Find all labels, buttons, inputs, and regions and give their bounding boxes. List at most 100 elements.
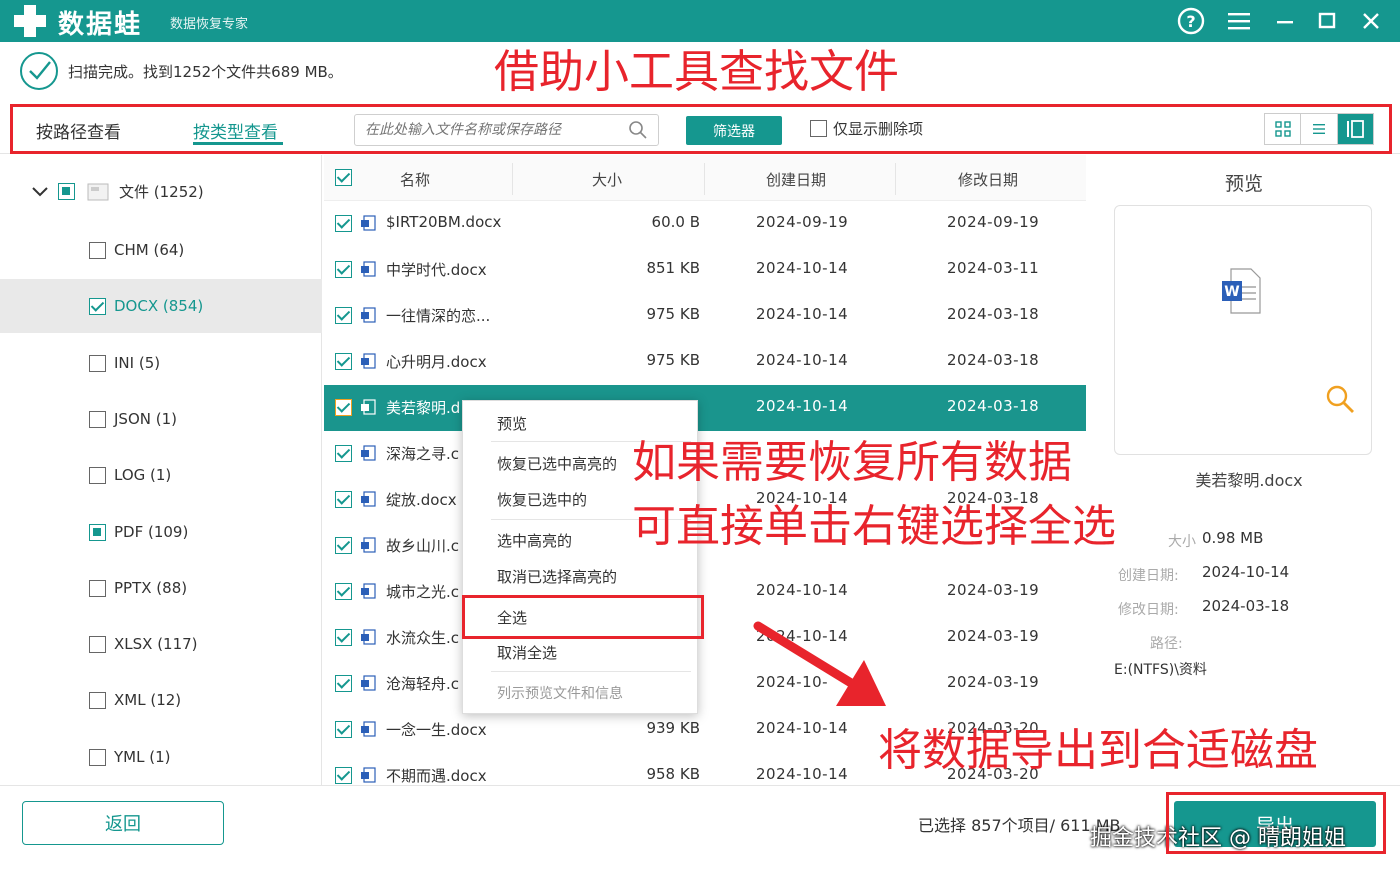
row-created: 2024-10-14 xyxy=(756,719,849,737)
maximize-button[interactable] xyxy=(1312,7,1342,35)
row-checkbox[interactable] xyxy=(335,445,352,462)
tree-item-checkbox[interactable] xyxy=(89,635,106,653)
row-checkbox[interactable] xyxy=(335,399,352,416)
row-checkbox[interactable] xyxy=(335,261,352,278)
tree-item-checkbox[interactable] xyxy=(89,748,106,766)
tree-item-label: INI (5) xyxy=(114,354,161,372)
row-checkbox[interactable] xyxy=(335,629,352,646)
table-row[interactable]: 一往情深的恋... 975 KB 2024-10-14 2024-03-18 xyxy=(324,293,1086,339)
row-modified: 2024-09-19 xyxy=(947,213,1040,231)
row-created: 2024-10-14 xyxy=(756,259,849,277)
table-row[interactable]: 城市之光.c 2024-10-14 2024-03-19 xyxy=(324,569,1086,615)
tree-item-label: XML (12) xyxy=(114,691,182,709)
header-size[interactable]: 大小 xyxy=(592,169,622,190)
tree-root[interactable]: 文件 (1252) xyxy=(30,181,204,202)
header-modified[interactable]: 修改日期 xyxy=(958,169,1018,190)
row-name: 心升明月.docx xyxy=(386,353,487,371)
tree-item[interactable]: YML (1) xyxy=(0,730,322,784)
maximize-icon xyxy=(1318,12,1336,29)
row-name: 水流众生.c xyxy=(386,629,460,647)
row-created: 2024-09-19 xyxy=(756,213,849,231)
menu-item-preview[interactable]: 预览 xyxy=(497,413,527,434)
row-checkbox[interactable] xyxy=(335,721,352,738)
menu-separator xyxy=(491,671,691,672)
row-size: 958 KB xyxy=(646,765,700,783)
tree-item-checkbox[interactable] xyxy=(89,691,106,709)
row-size: 851 KB xyxy=(646,259,700,277)
table-row[interactable]: 心升明月.docx 975 KB 2024-10-14 2024-03-18 xyxy=(324,339,1086,385)
row-checkbox[interactable] xyxy=(335,583,352,600)
menu-item-deselect-all[interactable]: 取消全选 xyxy=(497,642,557,663)
tree-item-label: XLSX (117) xyxy=(114,635,198,653)
header-created[interactable]: 创建日期 xyxy=(766,169,826,190)
svg-text:?: ? xyxy=(1186,12,1195,31)
tree-item[interactable]: CHM (64) xyxy=(0,223,322,277)
row-checkbox[interactable] xyxy=(335,307,352,324)
tree-item-checkbox[interactable] xyxy=(89,410,106,428)
tree-item-checkbox[interactable] xyxy=(89,579,106,597)
menu-item-deselect-highlighted[interactable]: 取消已选择高亮的 xyxy=(497,566,617,587)
table-row[interactable]: 美若黎明.d 2024-10-14 2024-03-18 xyxy=(324,385,1086,431)
tree-root-checkbox[interactable] xyxy=(58,183,75,200)
row-checkbox[interactable] xyxy=(335,767,352,784)
menu-item-list-preview-info[interactable]: 列示预览文件和信息 xyxy=(497,683,623,703)
row-created: 2024-10-14 xyxy=(756,581,849,599)
header-separator xyxy=(512,163,513,195)
tree-item-checkbox[interactable] xyxy=(89,297,106,315)
tree-item[interactable]: INI (5) xyxy=(0,336,322,390)
row-checkbox[interactable] xyxy=(335,353,352,370)
close-button[interactable] xyxy=(1356,7,1386,35)
tree-item[interactable]: PDF (109) xyxy=(0,505,322,559)
annotation-mid-line1: 如果需要恢复所有数据 xyxy=(632,437,1072,488)
row-checkbox[interactable] xyxy=(335,675,352,692)
table-row[interactable]: 沧海轻舟.c 2024-10- 2024-03-19 xyxy=(324,661,1086,707)
header-name[interactable]: 名称 xyxy=(400,169,430,190)
tree-item-checkbox[interactable] xyxy=(89,354,106,372)
tree-item[interactable]: XLSX (117) xyxy=(0,617,322,671)
preview-size: 0.98 MB xyxy=(1202,529,1264,547)
back-button[interactable]: 返回 xyxy=(22,801,224,845)
tree-item-label: JSON (1) xyxy=(114,410,177,428)
chevron-down-icon[interactable] xyxy=(30,184,50,200)
tree-item-checkbox[interactable] xyxy=(89,523,106,541)
file-type-tree: 文件 (1252) CHM (64) DOCX (854) INI (5) JSON … xyxy=(0,155,322,785)
scan-status-text: 扫描完成。找到1252个文件共689 MB。 xyxy=(68,62,343,81)
row-name: 绽放.docx xyxy=(386,491,457,509)
app-name: 数据蛙 xyxy=(58,10,143,40)
header-separator xyxy=(895,163,896,195)
tree-item[interactable]: JSON (1) xyxy=(0,392,322,446)
table-row[interactable]: $IRT20BM.docx 60.0 B 2024-09-19 2024-09-19 xyxy=(324,201,1086,247)
tree-root-label: 文件 (1252) xyxy=(119,183,204,201)
row-checkbox[interactable] xyxy=(335,491,352,508)
preview-path-label: 路径: xyxy=(1150,636,1183,652)
tree-item-checkbox[interactable] xyxy=(89,466,106,484)
table-row[interactable]: 中学时代.docx 851 KB 2024-10-14 2024-03-11 xyxy=(324,247,1086,293)
tree-item[interactable]: DOCX (854) xyxy=(0,279,322,333)
tree-item-checkbox[interactable] xyxy=(89,241,106,259)
tree-item-label: PDF (109) xyxy=(114,523,189,541)
scan-status: 扫描完成。找到1252个文件共689 MB。 xyxy=(18,50,343,92)
minimize-button[interactable] xyxy=(1270,7,1300,35)
menu-item-select-highlighted[interactable]: 选中高亮的 xyxy=(497,530,572,551)
row-name: 城市之光.c xyxy=(386,583,460,601)
help-button[interactable]: ? xyxy=(1176,7,1206,35)
tree-item[interactable]: LOG (1) xyxy=(0,448,322,502)
select-all-checkbox[interactable] xyxy=(335,169,352,186)
tree-item[interactable]: XML (12) xyxy=(0,673,322,727)
row-checkbox[interactable] xyxy=(335,537,352,554)
preview-file-name: 美若黎明.docx xyxy=(1195,471,1303,490)
menu-button[interactable] xyxy=(1224,7,1254,35)
row-checkbox[interactable] xyxy=(335,215,352,232)
menu-item-recover-selected[interactable]: 恢复已选中的 xyxy=(497,489,587,510)
annotation-mid-line2: 可直接单击右键选择全选 xyxy=(632,501,1116,552)
docx-file-icon xyxy=(361,353,376,369)
zoom-in-icon[interactable] xyxy=(1325,384,1355,414)
row-name: $IRT20BM.docx xyxy=(386,213,502,231)
tree-item[interactable]: PPTX (88) xyxy=(0,561,322,615)
table-row[interactable]: 水流众生.c 2024-10-14 2024-03-19 xyxy=(324,615,1086,661)
export-highlight-box xyxy=(1166,792,1386,854)
menu-item-recover-highlighted[interactable]: 恢复已选中高亮的 xyxy=(497,453,617,474)
table-header: 名称 大小 创建日期 修改日期 xyxy=(324,155,1086,201)
tree-item-label: CHM (64) xyxy=(114,241,185,259)
row-size: 60.0 B xyxy=(651,213,700,231)
